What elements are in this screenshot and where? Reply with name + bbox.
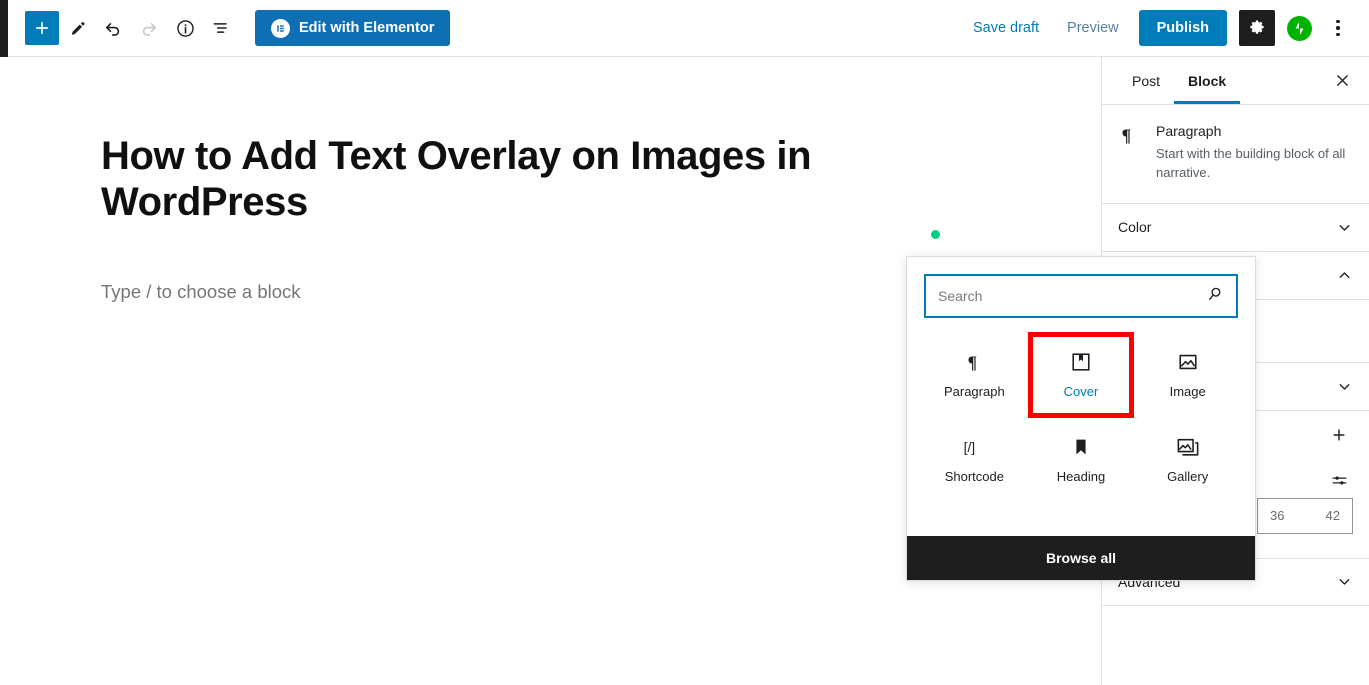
details-button[interactable] xyxy=(167,10,203,46)
header-right-toolbar: Save draft Preview Publish xyxy=(959,10,1369,46)
pilcrow-icon: ¶ xyxy=(1122,125,1131,145)
more-options-button[interactable] xyxy=(1321,10,1355,46)
inserter-block-image[interactable]: Image xyxy=(1134,332,1241,418)
elementor-button-label: Edit with Elementor xyxy=(299,20,435,36)
image-icon xyxy=(1177,351,1199,373)
header-left-toolbar: Edit with Elementor xyxy=(0,10,451,46)
search-icon xyxy=(1206,285,1224,308)
chevron-down-icon[interactable] xyxy=(1336,378,1353,395)
redo-icon xyxy=(142,23,157,36)
gallery-icon xyxy=(1176,436,1200,458)
kebab-dot xyxy=(1336,26,1340,30)
inserter-block-label: Gallery xyxy=(1167,469,1209,484)
block-inserter-popup: ¶ Paragraph Cover xyxy=(906,256,1256,581)
jetpack-bolt-icon xyxy=(1295,21,1303,35)
inserter-block-label: Paragraph xyxy=(943,384,1005,399)
inserter-block-paragraph[interactable]: ¶ Paragraph xyxy=(921,332,1028,418)
redo-button[interactable] xyxy=(131,10,167,46)
kebab-dot xyxy=(1336,32,1340,37)
info-circle-icon xyxy=(176,19,194,37)
kebab-menu-icon xyxy=(1336,19,1340,24)
typography-settings-button[interactable] xyxy=(1325,467,1353,495)
preview-button[interactable]: Preview xyxy=(1053,12,1133,44)
settings-button[interactable] xyxy=(1239,10,1275,46)
jetpack-icon xyxy=(1286,15,1312,41)
post-title[interactable]: How to Add Text Overlay on Images in Wor… xyxy=(101,133,961,225)
inserter-block-label: Cover xyxy=(1063,384,1099,399)
elementor-logo-icon xyxy=(271,18,290,38)
plus-icon xyxy=(35,21,49,35)
font-size-range-box[interactable]: 36 42 xyxy=(1257,497,1353,534)
inserter-search-box[interactable] xyxy=(924,274,1238,318)
edit-tool-button[interactable] xyxy=(59,10,95,46)
undo-icon xyxy=(105,23,120,36)
search-input[interactable] xyxy=(938,288,1206,304)
list-view-icon xyxy=(213,23,227,33)
block-description: Start with the building block of all nar… xyxy=(1156,146,1346,180)
edit-with-elementor-button[interactable]: Edit with Elementor xyxy=(255,10,451,46)
chevron-down-icon xyxy=(1336,573,1353,590)
publish-button[interactable]: Publish xyxy=(1138,10,1227,46)
paragraph-placeholder[interactable]: Type / to choose a block xyxy=(101,281,301,303)
inserter-block-cover[interactable]: Cover xyxy=(1027,332,1135,418)
paragraph-icon: ¶ xyxy=(1118,123,1142,183)
add-typography-option-button[interactable] xyxy=(1325,421,1353,449)
close-sidebar-button[interactable] xyxy=(1327,66,1357,96)
font-size-max-value: 42 xyxy=(1325,508,1340,524)
gear-icon xyxy=(1250,20,1264,34)
close-icon xyxy=(1336,75,1348,86)
svg-text:¶: ¶ xyxy=(968,352,977,372)
selected-block-info: ¶ Paragraph Start with the building bloc… xyxy=(1102,105,1369,204)
browse-all-button[interactable]: Browse all xyxy=(907,536,1255,580)
block-title: Paragraph xyxy=(1156,123,1222,139)
editor-header: Edit with Elementor Save draft Preview P… xyxy=(0,0,1369,57)
inserter-block-gallery[interactable]: Gallery xyxy=(1134,422,1241,498)
left-edge-strip xyxy=(0,0,8,57)
pencil-icon xyxy=(71,21,84,35)
tab-block[interactable]: Block xyxy=(1174,57,1240,104)
tab-post[interactable]: Post xyxy=(1118,57,1174,104)
save-draft-button[interactable]: Save draft xyxy=(959,12,1053,44)
sliders-icon xyxy=(1331,476,1347,485)
jetpack-button[interactable] xyxy=(1281,10,1317,46)
inserter-search-wrapper xyxy=(907,257,1255,318)
svg-text:¶: ¶ xyxy=(1122,125,1131,145)
status-dot xyxy=(931,230,940,239)
sidebar-section-color[interactable]: Color xyxy=(1102,204,1369,252)
chevron-down-icon xyxy=(1336,219,1353,236)
heading-bookmark-icon xyxy=(1070,436,1092,458)
chevron-up-icon xyxy=(1336,267,1353,284)
font-size-min-value: 36 xyxy=(1270,508,1285,524)
inserter-block-heading[interactable]: Heading xyxy=(1028,422,1135,498)
inserter-block-grid: ¶ Paragraph Cover Image [/] Shortcode He… xyxy=(907,318,1255,536)
svg-text:[/]: [/] xyxy=(964,439,976,455)
inserter-block-shortcode[interactable]: [/] Shortcode xyxy=(921,422,1028,498)
plus-icon xyxy=(1333,429,1345,441)
inserter-block-label: Shortcode xyxy=(944,469,1004,484)
sidebar-tabs: Post Block xyxy=(1102,57,1369,105)
add-block-button[interactable] xyxy=(25,11,59,45)
undo-button[interactable] xyxy=(95,10,131,46)
inserter-block-label: Heading xyxy=(1056,469,1106,484)
cover-icon xyxy=(1070,351,1092,373)
paragraph-icon: ¶ xyxy=(963,351,985,373)
inserter-block-label: Image xyxy=(1169,384,1206,399)
wordpress-block-editor: Edit with Elementor Save draft Preview P… xyxy=(0,0,1369,685)
elementor-glyph-icon xyxy=(277,24,284,32)
shortcode-icon: [/] xyxy=(961,436,987,458)
block-info-text: Paragraph Start with the building block … xyxy=(1156,123,1353,183)
list-view-button[interactable] xyxy=(203,10,239,46)
section-title-color: Color xyxy=(1118,219,1152,236)
